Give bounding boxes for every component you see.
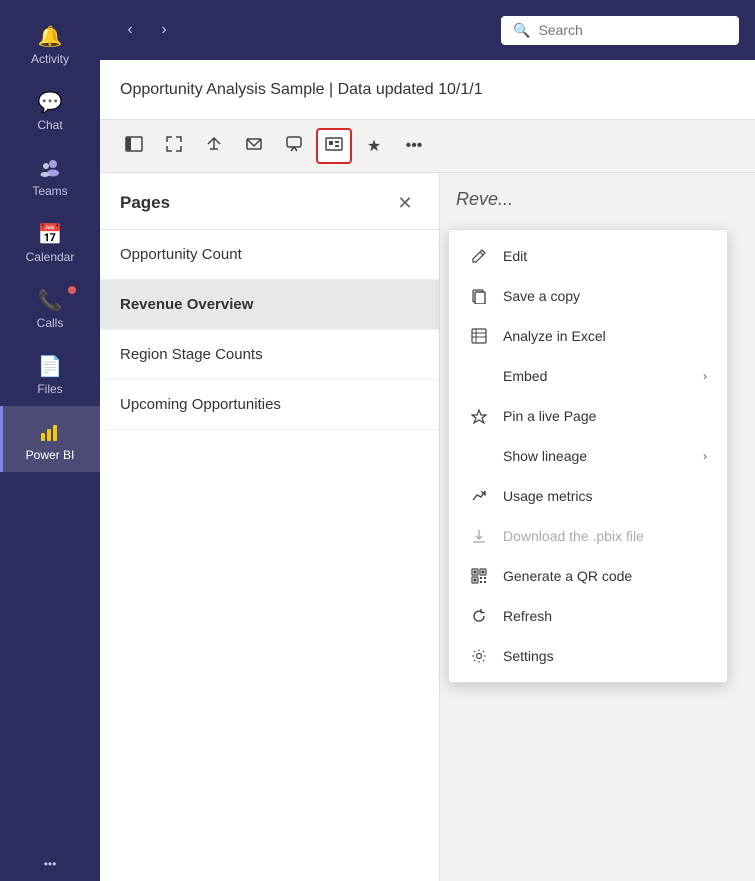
search-icon: 🔍 (513, 22, 530, 39)
report-title: Opportunity Analysis Sample | Data updat… (120, 81, 483, 99)
fit-button[interactable] (156, 128, 192, 164)
chat-icon: 💬 (38, 90, 62, 114)
pin-live-label: Pin a live Page (503, 408, 707, 424)
back-button[interactable]: ‹ (116, 16, 144, 44)
calls-icon: 📞 (38, 288, 62, 312)
menu-item-analyze-excel[interactable]: Analyze in Excel (449, 316, 727, 356)
share-icon (205, 135, 223, 158)
forward-button[interactable]: › (150, 16, 178, 44)
files-icon: 📄 (38, 354, 62, 378)
sidebar-item-calendar[interactable]: 📅 Calendar (0, 208, 100, 274)
show-lineage-icon (469, 446, 489, 466)
pages-icon (125, 135, 143, 158)
qr-code-label: Generate a QR code (503, 568, 707, 584)
lineage-chevron: › (703, 449, 707, 463)
page-item-revenue-overview[interactable]: Revenue Overview (100, 280, 439, 330)
search-input[interactable] (538, 22, 718, 38)
refresh-label: Refresh (503, 608, 707, 624)
toolbar: ★ ••• (100, 120, 755, 173)
menu-item-usage-metrics[interactable]: Usage metrics (449, 476, 727, 516)
dropdown-menu: Edit Save a copy (448, 229, 728, 683)
download-pbix-label: Download the .pbix file (503, 528, 707, 544)
embed-button[interactable] (316, 128, 352, 164)
sidebar-item-teams-label: Teams (32, 184, 67, 198)
notification-dot (68, 286, 76, 294)
settings-label: Settings (503, 648, 707, 664)
activity-icon: 🔔 (38, 24, 62, 48)
sidebar-item-chat[interactable]: 💬 Chat (0, 76, 100, 142)
pages-panel-title: Pages (120, 193, 170, 213)
analyze-excel-label: Analyze in Excel (503, 328, 707, 344)
sidebar-item-teams[interactable]: Teams (0, 142, 100, 208)
menu-item-settings[interactable]: Settings (449, 636, 727, 676)
email-button[interactable] (236, 128, 272, 164)
sidebar-item-powerbi[interactable]: Power BI (0, 406, 100, 472)
usage-metrics-label: Usage metrics (503, 488, 707, 504)
page-item-opportunity-count[interactable]: Opportunity Count (100, 230, 439, 280)
pages-button[interactable] (116, 128, 152, 164)
bookmark-button[interactable]: ★ (356, 128, 392, 164)
show-lineage-label: Show lineage (503, 448, 689, 464)
share-button[interactable] (196, 128, 232, 164)
menu-item-edit[interactable]: Edit (449, 236, 727, 276)
edit-icon (469, 246, 489, 266)
menu-item-pin-live[interactable]: Pin a live Page (449, 396, 727, 436)
sidebar-item-activity-label: Activity (31, 52, 69, 66)
usage-metrics-icon (469, 486, 489, 506)
nav-arrows: ‹ › (116, 16, 178, 44)
body-area: Pages ✕ Opportunity Count Revenue Overvi… (100, 173, 755, 881)
sidebar-item-activity[interactable]: 🔔 Activity (0, 10, 100, 76)
bookmark-icon: ★ (367, 136, 381, 156)
main-content: ‹ › 🔍 Opportunity Analysis Sample | Data… (100, 0, 755, 881)
save-copy-label: Save a copy (503, 288, 707, 304)
content-header: Opportunity Analysis Sample | Data updat… (100, 60, 755, 120)
menu-item-save-copy[interactable]: Save a copy (449, 276, 727, 316)
sidebar-item-files[interactable]: 📄 Files (0, 340, 100, 406)
more-icon: ••• (406, 137, 423, 155)
more-button[interactable]: ••• (396, 128, 432, 164)
sidebar-item-chat-label: Chat (37, 118, 62, 132)
embed-chevron: › (703, 369, 707, 383)
pages-panel: Pages ✕ Opportunity Count Revenue Overvi… (100, 173, 440, 881)
close-pages-button[interactable]: ✕ (391, 189, 419, 217)
powerbi-icon (38, 420, 62, 444)
sidebar: 🔔 Activity 💬 Chat Teams 📅 Calendar 📞 Cal… (0, 0, 100, 881)
sidebar-item-files-label: Files (37, 382, 62, 396)
save-copy-icon (469, 286, 489, 306)
annotation-icon (285, 135, 303, 158)
settings-icon (469, 646, 489, 666)
report-preview-label: Reve... (456, 189, 513, 210)
refresh-icon (469, 606, 489, 626)
menu-item-download-pbix: Download the .pbix file (449, 516, 727, 556)
analyze-excel-icon (469, 326, 489, 346)
sidebar-item-calls-label: Calls (37, 316, 64, 330)
search-box[interactable]: 🔍 (501, 16, 739, 45)
pin-live-icon (469, 406, 489, 426)
page-item-upcoming[interactable]: Upcoming Opportunities (100, 380, 439, 430)
qr-code-icon (469, 566, 489, 586)
teams-icon (38, 156, 62, 180)
embed-label: Embed (503, 368, 689, 384)
topbar: ‹ › 🔍 (100, 0, 755, 60)
email-icon (245, 135, 263, 158)
menu-item-show-lineage[interactable]: Show lineage › (449, 436, 727, 476)
embed-menu-icon (469, 366, 489, 386)
menu-item-embed[interactable]: Embed › (449, 356, 727, 396)
menu-item-qr-code[interactable]: Generate a QR code (449, 556, 727, 596)
sidebar-more-button[interactable]: ••• (0, 843, 100, 881)
sidebar-item-calls[interactable]: 📞 Calls (0, 274, 100, 340)
menu-item-refresh[interactable]: Refresh (449, 596, 727, 636)
sidebar-item-powerbi-label: Power BI (26, 448, 75, 462)
pages-panel-header: Pages ✕ (100, 173, 439, 230)
edit-label: Edit (503, 248, 707, 264)
calendar-icon: 📅 (38, 222, 62, 246)
download-icon (469, 526, 489, 546)
sidebar-item-calendar-label: Calendar (26, 250, 75, 264)
annotation-button[interactable] (276, 128, 312, 164)
page-item-region-stage[interactable]: Region Stage Counts (100, 330, 439, 380)
embed-icon (325, 135, 343, 158)
fit-icon (165, 135, 183, 158)
more-label: ••• (44, 857, 57, 871)
